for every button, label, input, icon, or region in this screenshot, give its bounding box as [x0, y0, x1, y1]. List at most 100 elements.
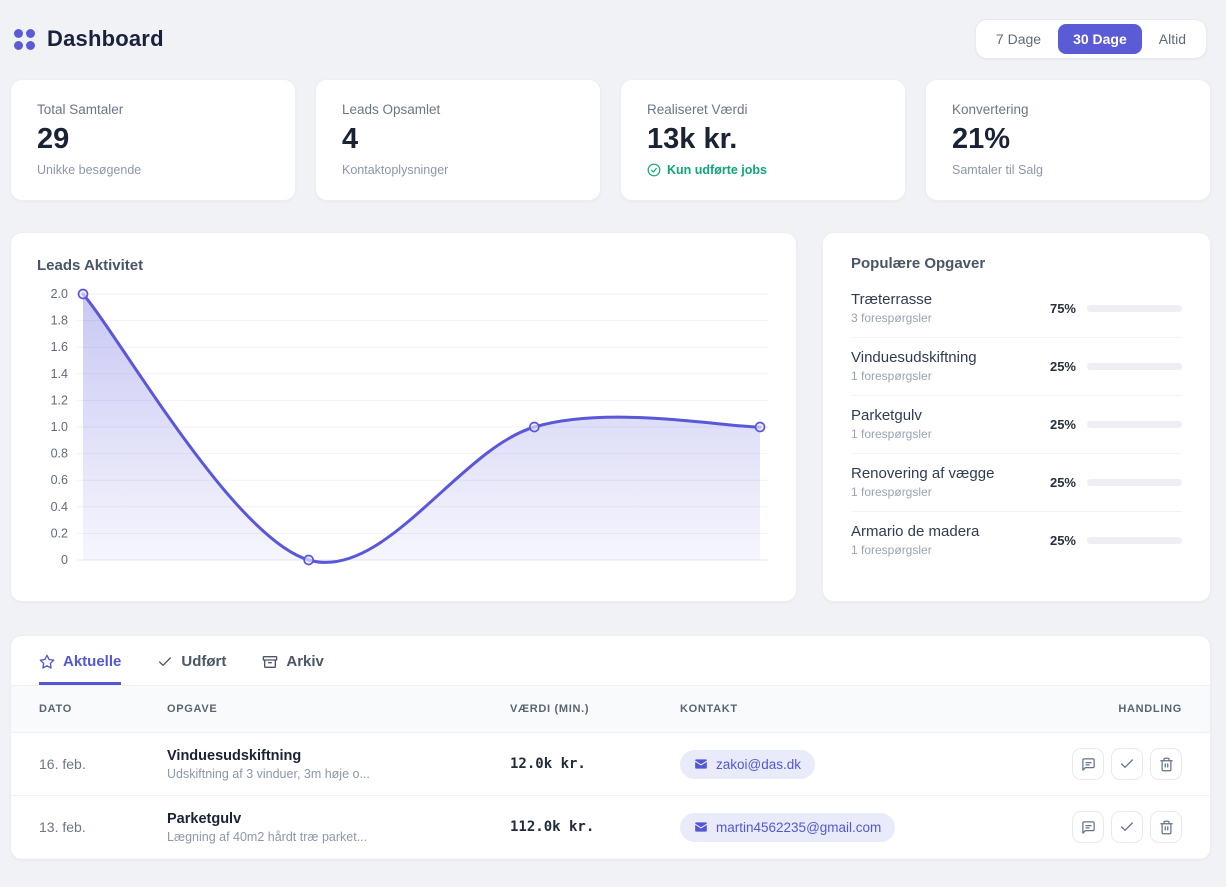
- time-range-selector: 7 Dage30 DageAltid: [975, 19, 1207, 59]
- popular-task-count: 3 forespørgsler: [851, 311, 932, 325]
- popular-task-percent: 25%: [1044, 359, 1076, 374]
- stat-card: Realiseret Værdi 13k kr. Kun udførte job…: [620, 79, 906, 201]
- popular-task-info: Renovering af vægge 1 forespørgsler: [851, 465, 994, 499]
- page-title: Dashboard: [47, 26, 164, 52]
- check-icon: [1119, 756, 1135, 772]
- delete-button[interactable]: [1150, 748, 1182, 780]
- svg-text:1.6: 1.6: [51, 340, 68, 354]
- row-value: 12.0k kr.: [510, 756, 680, 772]
- popular-task-count: 1 forespørgsler: [851, 543, 979, 557]
- trash-icon: [1159, 820, 1174, 835]
- row-date: 16. feb.: [39, 756, 167, 772]
- brand: Dashboard: [14, 26, 164, 52]
- progress-bar: [1087, 363, 1182, 370]
- stat-card: Konvertering 21% Samtaler til Salg: [925, 79, 1211, 201]
- row-task: Vinduesudskiftning Udskiftning af 3 vind…: [167, 748, 510, 781]
- comment-button[interactable]: [1072, 811, 1104, 843]
- stat-card: Leads Opsamlet 4 Kontaktoplysninger: [315, 79, 601, 201]
- popular-tasks-card: Populære Opgaver Træterrasse 3 forespørg…: [822, 232, 1211, 602]
- envelope-icon: [694, 820, 708, 834]
- row-contact: martin4562235@gmail.com: [680, 813, 1050, 842]
- range-button-altid[interactable]: Altid: [1144, 24, 1201, 54]
- dashboard-page: Dashboard 7 Dage30 DageAltid Total Samta…: [0, 0, 1226, 860]
- envelope-icon: [694, 757, 708, 771]
- row-task-desc: Lægning af 40m2 hårdt træ parket...: [167, 830, 510, 844]
- popular-task-info: Parketgulv 1 forespørgsler: [851, 407, 932, 441]
- popular-task-percent: 25%: [1044, 475, 1076, 490]
- svg-text:1.8: 1.8: [51, 314, 68, 328]
- popular-task-percent: 25%: [1044, 533, 1076, 548]
- stat-sub: Kun udførte jobs: [647, 163, 879, 177]
- complete-button[interactable]: [1111, 748, 1143, 780]
- delete-button[interactable]: [1150, 811, 1182, 843]
- row-task-name: Vinduesudskiftning: [167, 748, 510, 764]
- range-button-30-dage[interactable]: 30 Dage: [1058, 24, 1142, 54]
- popular-task-percent: 25%: [1044, 417, 1076, 432]
- popular-tasks-list: Træterrasse 3 forespørgsler 75% Vinduesu…: [851, 280, 1182, 569]
- popular-task-info: Armario de madera 1 forespørgsler: [851, 523, 979, 557]
- tab-label: Arkiv: [286, 653, 324, 670]
- stat-sub-text: Samtaler til Salg: [952, 163, 1043, 177]
- popular-tasks-title: Populære Opgaver: [851, 255, 1182, 272]
- svg-text:1.0: 1.0: [51, 420, 68, 434]
- tab-label: Aktuelle: [63, 653, 121, 670]
- row-task-name: Parketgulv: [167, 811, 510, 827]
- popular-task-item: Armario de madera 1 forespørgsler 25%: [851, 512, 1182, 569]
- popular-task-stats: 25%: [1044, 359, 1182, 374]
- stat-label: Konvertering: [952, 102, 1184, 117]
- stat-value: 13k kr.: [647, 123, 879, 156]
- chart-title: Leads Aktivitet: [37, 257, 770, 274]
- trash-icon: [1159, 757, 1174, 772]
- stat-value: 21%: [952, 123, 1184, 156]
- progress-bar: [1087, 305, 1182, 312]
- stat-label: Total Samtaler: [37, 102, 269, 117]
- stat-sub: Kontaktoplysninger: [342, 163, 574, 177]
- svg-text:0.2: 0.2: [51, 526, 68, 540]
- popular-task-item: Parketgulv 1 forespørgsler 25%: [851, 396, 1182, 454]
- popular-task-count: 1 forespørgsler: [851, 427, 932, 441]
- popular-task-stats: 75%: [1044, 301, 1182, 316]
- check-icon: [157, 654, 173, 670]
- leads-table-card: Aktuelle Udført Arkiv DATOOPGAVEVÆRDI (M…: [10, 635, 1211, 860]
- stat-value: 4: [342, 123, 574, 156]
- contact-email-pill[interactable]: zakoi@das.dk: [680, 750, 815, 779]
- popular-task-name: Træterrasse: [851, 291, 932, 308]
- leads-tabs: Aktuelle Udført Arkiv: [11, 636, 1210, 685]
- app-header: Dashboard 7 Dage30 DageAltid: [10, 0, 1211, 58]
- popular-task-name: Parketgulv: [851, 407, 932, 424]
- stat-sub: Unikke besøgende: [37, 163, 269, 177]
- row-date: 13. feb.: [39, 819, 167, 835]
- complete-button[interactable]: [1111, 811, 1143, 843]
- stats-row: Total Samtaler 29 Unikke besøgende Leads…: [10, 79, 1211, 201]
- row-task: Parketgulv Lægning af 40m2 hårdt træ par…: [167, 811, 510, 844]
- comment-icon: [1081, 757, 1096, 772]
- column-header: VÆRDI (MIN.): [510, 703, 680, 715]
- table-row: 16. feb. Vinduesudskiftning Udskiftning …: [11, 733, 1210, 796]
- popular-task-name: Armario de madera: [851, 523, 979, 540]
- star-icon: [39, 654, 55, 670]
- leads-activity-chart: 2.01.81.61.41.21.00.80.60.40.20: [37, 280, 770, 572]
- contact-email-text: zakoi@das.dk: [716, 757, 801, 772]
- tab-aktuelle[interactable]: Aktuelle: [39, 653, 121, 685]
- popular-task-percent: 75%: [1044, 301, 1076, 316]
- row-task-desc: Udskiftning af 3 vinduer, 3m høje o...: [167, 767, 510, 781]
- tab-udført[interactable]: Udført: [157, 653, 226, 685]
- grid-dots-icon: [14, 29, 35, 50]
- row-value: 112.0k kr.: [510, 819, 680, 835]
- comment-icon: [1081, 820, 1096, 835]
- column-header: OPGAVE: [167, 703, 510, 715]
- stat-label: Leads Opsamlet: [342, 102, 574, 117]
- popular-task-stats: 25%: [1044, 533, 1182, 548]
- popular-task-info: Vinduesudskiftning 1 forespørgsler: [851, 349, 977, 383]
- stat-sub-text: Unikke besøgende: [37, 163, 141, 177]
- table-body: 16. feb. Vinduesudskiftning Udskiftning …: [11, 733, 1210, 859]
- leads-activity-card: Leads Aktivitet 2.01.81.61.41.21.00.80.6…: [10, 232, 797, 602]
- range-button-7-dage[interactable]: 7 Dage: [981, 24, 1056, 54]
- contact-email-pill[interactable]: martin4562235@gmail.com: [680, 813, 895, 842]
- tab-arkiv[interactable]: Arkiv: [262, 653, 324, 685]
- popular-task-stats: 25%: [1044, 475, 1182, 490]
- comment-button[interactable]: [1072, 748, 1104, 780]
- column-header: HANDLING: [1050, 703, 1182, 715]
- popular-task-count: 1 forespørgsler: [851, 485, 994, 499]
- popular-task-info: Træterrasse 3 forespørgsler: [851, 291, 932, 325]
